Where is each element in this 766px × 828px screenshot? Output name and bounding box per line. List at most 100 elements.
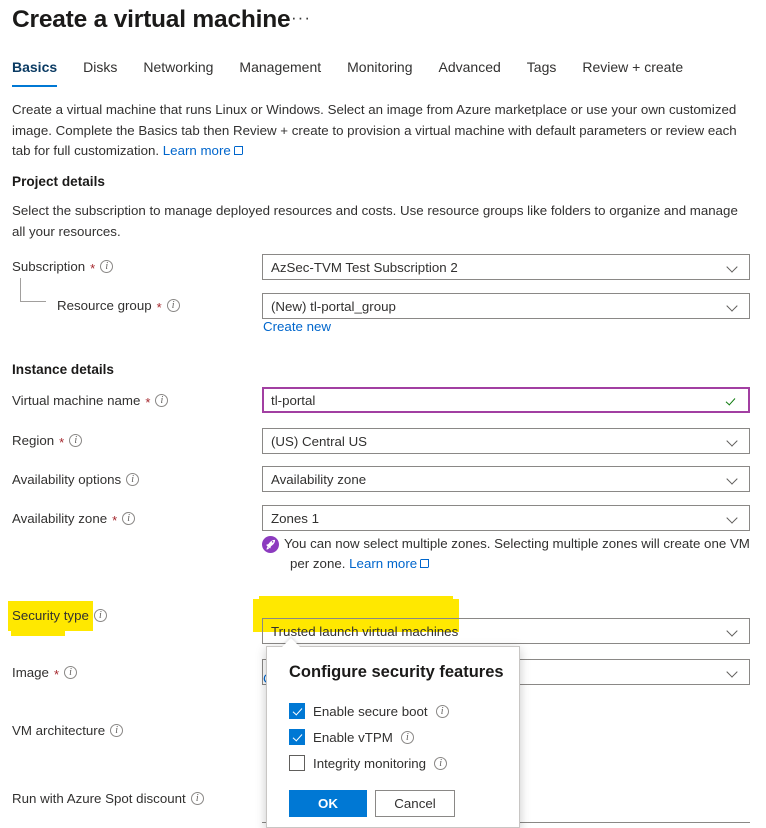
hint-line-2-text: per zone. [290,556,346,571]
availability-options-label: Availability options [12,472,140,487]
checkbox-label-integrity-monitoring: Integrity monitoring [313,755,427,771]
region-value: (US) Central US [271,433,368,449]
create-vm-blade: Create a virtual machine ··· Basics Disk… [0,0,766,828]
chevron-down-icon [727,625,739,637]
more-options-ellipsis[interactable]: ··· [291,9,311,26]
resource-group-value: (New) tl-portal_group [271,298,396,314]
resource-group-label: Resource group * [57,298,180,315]
vm-name-value: tl-portal [271,392,316,408]
ok-button[interactable]: OK [289,790,367,817]
info-icon[interactable] [434,756,448,770]
checkbox-row-enable-vtpm[interactable]: Enable vTPM [289,729,414,745]
availability-options-value: Availability zone [271,471,367,487]
info-icon[interactable] [122,512,136,525]
popup-pointer-arrow [282,638,300,647]
tab-review-create[interactable]: Review + create [569,58,696,77]
zone-learn-more-link[interactable]: Learn more [349,556,417,571]
subscription-label: Subscription * [12,259,114,276]
availability-zone-label-text: Availability zone [12,511,108,526]
checkbox-integrity-monitoring[interactable] [289,755,305,771]
availability-zone-hint: You can now select multiple zones. Selec… [262,534,750,574]
chevron-down-icon [727,435,739,447]
info-icon[interactable] [190,792,204,805]
popup-title: Configure security features [289,663,504,681]
resource-group-label-text: Resource group [57,298,152,313]
availability-zone-label: Availability zone * [12,511,136,528]
subscription-value: AzSec-TVM Test Subscription 2 [271,259,458,275]
tab-tags[interactable]: Tags [514,58,570,77]
info-icon[interactable] [400,730,414,744]
vm-architecture-label: VM architecture [12,723,124,738]
required-marker: * [59,434,65,450]
info-icon[interactable] [126,473,140,486]
availability-options-dropdown[interactable]: Availability zone [262,466,750,492]
checkbox-row-enable-secure-boot[interactable]: Enable secure boot [289,703,449,719]
checkbox-label-enable-vtpm: Enable vTPM [313,729,393,745]
checkbox-label-enable-secure-boot: Enable secure boot [313,703,428,719]
hint-line-1: You can now select multiple zones. Selec… [284,536,750,551]
subscription-dropdown[interactable]: AzSec-TVM Test Subscription 2 [262,254,750,280]
image-label-text: Image [12,665,49,680]
cancel-button[interactable]: Cancel [375,790,455,817]
chevron-down-icon [727,473,739,485]
blade-description: Create a virtual machine that runs Linux… [12,100,748,162]
vm-name-label-text: Virtual machine name [12,393,141,408]
blade-description-text: Create a virtual machine that runs Linux… [12,102,737,158]
info-icon[interactable] [100,260,114,273]
vm-architecture-label-text: VM architecture [12,723,106,738]
info-icon[interactable] [110,724,124,737]
required-marker: * [145,394,151,410]
project-details-heading: Project details [12,174,105,189]
subscription-label-text: Subscription [12,259,86,274]
availability-zone-value: Zones 1 [271,510,320,526]
required-marker: * [90,260,96,276]
hint-line-2: per zone. Learn more [284,554,750,574]
project-details-description: Select the subscription to manage deploy… [12,203,738,239]
tab-basics[interactable]: Basics [12,58,70,87]
tab-monitoring[interactable]: Monitoring [334,58,425,77]
availability-zone-dropdown[interactable]: Zones 1 [262,505,750,531]
info-icon[interactable] [166,299,180,312]
instance-details-heading: Instance details [12,362,114,377]
region-dropdown[interactable]: (US) Central US [262,428,750,454]
availability-zone-hint-text: You can now select multiple zones. Selec… [262,534,750,574]
info-icon[interactable] [93,609,107,622]
info-icon[interactable] [435,704,449,718]
security-type-value: Trusted launch virtual machines [271,623,459,639]
info-icon[interactable] [64,666,78,679]
rocket-icon [262,536,279,553]
region-label-text: Region [12,433,55,448]
resource-group-dropdown[interactable]: (New) tl-portal_group [262,293,750,319]
checkbox-enable-secure-boot[interactable] [289,703,305,719]
vm-name-input[interactable]: tl-portal [262,387,750,413]
required-marker: * [53,666,60,682]
chevron-down-icon [727,300,739,312]
resource-group-tree-connector [20,278,46,302]
required-marker: * [156,299,162,315]
tab-networking[interactable]: Networking [130,58,226,77]
region-label: Region * [12,433,83,450]
learn-more-link[interactable]: Learn more [163,143,231,158]
create-new-resource-group-link[interactable]: Create new [263,319,331,334]
valid-check-icon [727,393,741,407]
vm-name-label: Virtual machine name * [12,393,169,410]
spot-discount-label-text: Run with Azure Spot discount [12,791,186,806]
info-icon[interactable] [69,434,83,447]
image-label: Image * [12,665,78,682]
external-link-icon [233,146,243,155]
security-type-dropdown[interactable]: Trusted launch virtual machines [262,618,750,644]
tab-advanced[interactable]: Advanced [426,58,514,77]
required-marker: * [112,512,118,528]
page-title: Create a virtual machine [12,6,291,33]
tab-bar: Basics Disks Networking Management Monit… [12,58,696,88]
info-icon[interactable] [155,394,169,407]
spot-discount-label: Run with Azure Spot discount [12,791,204,806]
highlight-security-type-label-tail [11,624,65,636]
tab-management[interactable]: Management [226,58,334,77]
tab-disks[interactable]: Disks [70,58,130,77]
checkbox-row-integrity-monitoring[interactable]: Integrity monitoring [289,755,448,771]
highlight-security-type-value-top [259,596,453,604]
configure-security-features-popup: Configure security features Enable secur… [266,646,520,828]
checkbox-enable-vtpm[interactable] [289,729,305,745]
security-type-label-text: Security type [12,608,89,623]
